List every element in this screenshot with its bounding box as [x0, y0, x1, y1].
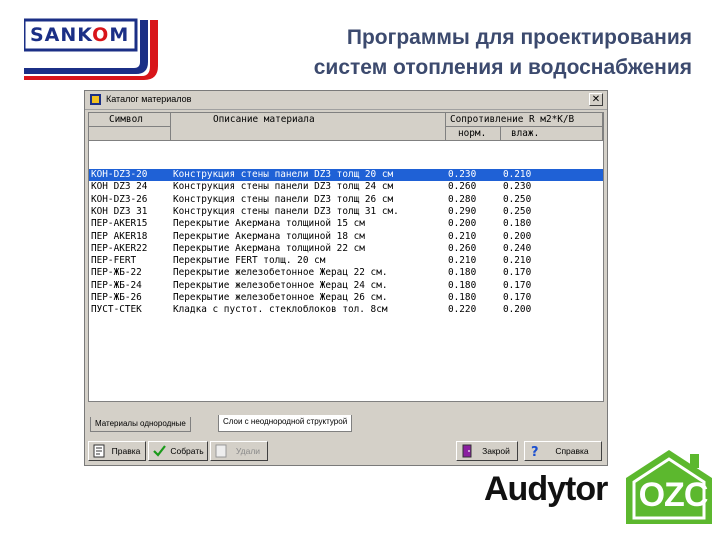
cell-wet: 0.200 — [503, 230, 532, 242]
table-row[interactable]: ПУСТ-СТЕК Кладка с пустот. стеклоблоков т… — [89, 304, 603, 316]
window-close-button[interactable]: ✕ — [589, 93, 603, 106]
cell-description: Конструкция стены панели DZ3 толщ 24 см — [173, 181, 394, 193]
col-header-norm[interactable]: норм. — [446, 127, 501, 141]
cell-wet: 0.180 — [503, 218, 532, 230]
cell-description: Перекрытие железобетонное Жерац 26 см. — [173, 292, 388, 303]
cell-wet: 0.170 — [503, 292, 532, 303]
cell-wet: 0.250 — [503, 193, 532, 205]
table-row[interactable]: КОН DZ3 31 Конструкция стены панели DZ3 т… — [89, 206, 603, 218]
help-label: Справка — [555, 446, 589, 456]
logo-wordmark: SANKOM — [30, 24, 130, 46]
select-button[interactable]: Собрать — [148, 441, 208, 461]
delete-icon — [215, 444, 227, 458]
cell-description: Перекрытие Акермана толщиной 22 см — [173, 242, 365, 254]
edit-icon — [93, 444, 105, 458]
materials-grid[interactable]: Символ Описание материала Сопротивление … — [88, 112, 604, 402]
cell-description: Перекрытие железобетонное Жерац 22 см. — [173, 267, 388, 279]
table-row[interactable]: ПЕР-ЖБ-24 Перекрытие железобетонное Жерац… — [89, 280, 603, 292]
app-icon[interactable] — [89, 93, 102, 106]
check-icon — [153, 445, 166, 457]
delete-label: Удали — [235, 446, 261, 456]
col-header-resistance[interactable]: Сопротивление R м2*K/B — [446, 113, 603, 127]
cell-norm: 0.260 — [448, 181, 477, 193]
cell-wet: 0.170 — [503, 267, 532, 279]
cell-description: Конструкция стены панели DZ3 толщ 26 см — [173, 193, 394, 205]
cell-symbol: КОН DZ3 24 — [91, 181, 148, 193]
cell-norm: 0.210 — [448, 230, 477, 242]
cell-wet: 0.200 — [503, 304, 532, 316]
cell-symbol: КОН-DZ3-26 — [91, 193, 148, 205]
cell-wet: 0.170 — [503, 279, 532, 291]
cell-symbol: ПЕР AKER18 — [91, 230, 148, 242]
cell-wet: 0.230 — [503, 181, 532, 193]
cell-wet: 0.210 — [503, 169, 532, 180]
cell-wet: 0.240 — [503, 242, 532, 254]
table-row[interactable]: ПЕР-ЖБ-22 Перекрытие железобетонное Жерац… — [89, 267, 603, 279]
cell-norm: 0.220 — [448, 304, 477, 316]
table-row[interactable]: ПЕР-ЖБ-26 Перекрытие железобетонное Жерац… — [89, 292, 603, 304]
tab-strip: Материалы однородные Слои с неоднородной… — [88, 415, 604, 432]
help-button[interactable]: ? Справка — [524, 441, 602, 461]
edit-label: Правка — [111, 446, 141, 456]
cell-symbol: ПЕР-ЖБ-26 — [91, 292, 142, 303]
cell-description: Перекрытие железобетонное Жерац 24 см. — [173, 279, 388, 291]
table-row[interactable]: ПЕР AKER18 Перекрытие Акермана толщиной 1… — [89, 231, 603, 243]
table-row[interactable]: КОН DZ3 24 Конструкция стены панели DZ3 т… — [89, 181, 603, 193]
col-header-symbol-sub — [89, 127, 171, 141]
cell-description: Конструкция стены панели DZ3 толщ 20 см — [173, 169, 394, 180]
sankom-logo: SANKOM — [24, 18, 174, 80]
cell-norm: 0.260 — [448, 242, 477, 254]
cell-symbol: ПЕР-AKER22 — [91, 242, 148, 254]
delete-button[interactable]: Удали — [210, 441, 268, 461]
select-label: Собрать — [170, 446, 204, 456]
cell-symbol: ПЕР-ЖБ-22 — [91, 267, 142, 279]
cell-norm: 0.230 — [448, 169, 477, 180]
cell-description: Перекрытие Акермана толщиной 18 см — [173, 230, 365, 242]
help-icon: ? — [531, 445, 539, 458]
table-row[interactable]: ПЕР-AKER22 Перекрытие Акермана толщиной 2… — [89, 243, 603, 255]
cell-symbol: КОН-DZ3-20 — [91, 169, 148, 180]
window-titlebar[interactable]: Каталог материалов ✕ — [85, 91, 607, 110]
catalog-window: Каталог материалов ✕ Символ Описание мат… — [84, 90, 608, 466]
button-bar: Правка Собрать Удали Закрой ? Справка — [88, 439, 604, 463]
cell-norm: 0.290 — [448, 205, 477, 217]
cell-norm: 0.180 — [448, 279, 477, 291]
col-header-wet[interactable]: влаж. — [501, 127, 603, 141]
cell-symbol: ПЕР-ЖБ-24 — [91, 279, 142, 291]
col-header-symbol[interactable]: Символ — [89, 113, 171, 127]
cell-norm: 0.280 — [448, 193, 477, 205]
slide-title-line1: Программы для проектирования — [346, 26, 692, 49]
cell-symbol: ПЕР-AKER15 — [91, 218, 148, 230]
cell-wet: 0.210 — [503, 255, 532, 267]
cell-symbol: ПУСТ-СТЕК — [91, 304, 142, 316]
cell-norm: 0.200 — [448, 218, 477, 230]
cell-norm: 0.180 — [448, 292, 477, 303]
cell-norm: 0.210 — [448, 255, 477, 267]
cell-description: Перекрытие FERT толщ. 20 см — [173, 255, 326, 267]
table-row[interactable]: КОН-DZ3-20 Конструкция стены панели DZ3 т… — [89, 169, 603, 182]
tab-homogeneous[interactable]: Материалы однородные — [90, 417, 191, 432]
close-label: Закрой — [482, 446, 510, 456]
edit-button[interactable]: Правка — [88, 441, 146, 461]
cell-norm: 0.180 — [448, 267, 477, 279]
cell-description: Кладка с пустот. стеклоблоков тол. 8см — [173, 304, 388, 316]
cell-symbol: КОН DZ3 31 — [91, 205, 148, 217]
ozc-badge-text: OZC — [638, 476, 709, 514]
tab-heterogeneous[interactable]: Слои с неоднородной структурой — [218, 415, 353, 432]
slide-title-line2: систем отопления и водоснабжения — [313, 56, 692, 79]
table-row[interactable]: ПЕР-FERT Перекрытие FERT толщ. 20 см 0.210… — [89, 255, 603, 267]
col-header-description[interactable]: Описание материала — [171, 113, 446, 141]
cell-description: Конструкция стены панели DZ3 толщ 31 см. — [173, 205, 399, 217]
close-button[interactable]: Закрой — [456, 441, 518, 461]
cell-symbol: ПЕР-FERT — [91, 255, 137, 267]
table-row[interactable]: ПЕР-AKER15 Перекрытие Акермана толщиной 1… — [89, 218, 603, 230]
table-row[interactable]: КОН-DZ3-26 Конструкция стены панели DZ3 т… — [89, 194, 603, 206]
door-icon — [462, 444, 472, 458]
audytor-wordmark: Audytor — [484, 470, 608, 508]
cell-wet: 0.250 — [503, 205, 532, 217]
window-title: Каталог материалов — [106, 94, 192, 104]
cell-description: Перекрытие Акермана толщиной 15 см — [173, 218, 365, 230]
svg-text:?: ? — [531, 445, 539, 458]
